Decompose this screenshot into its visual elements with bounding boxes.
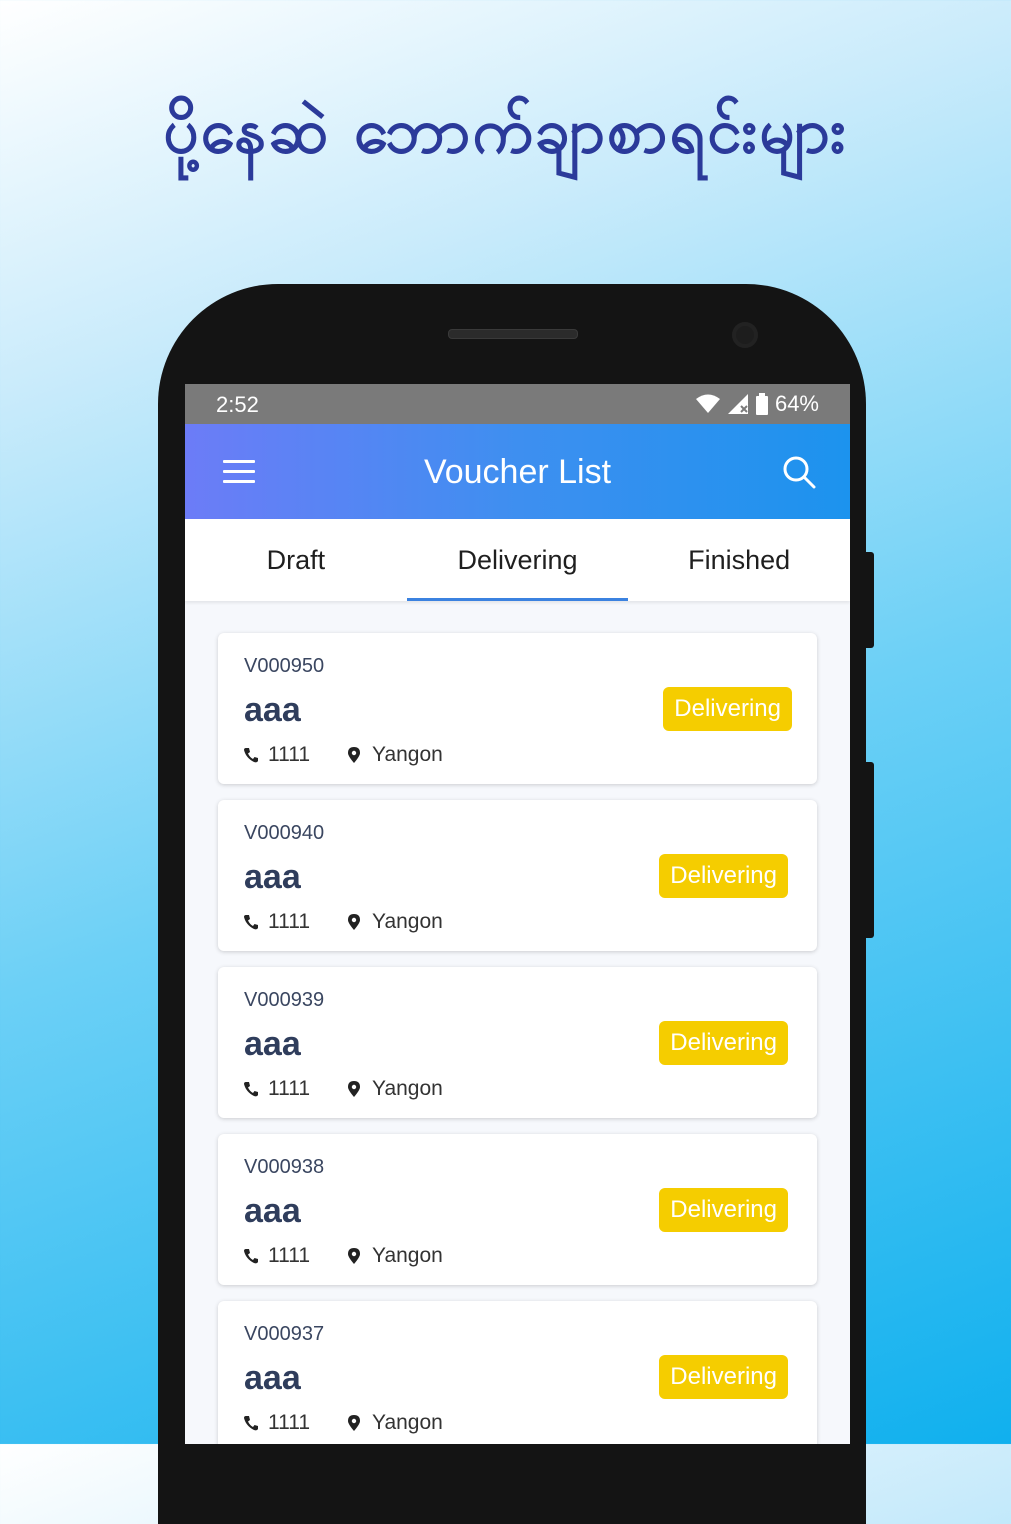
- tab-finished[interactable]: Finished: [628, 519, 850, 601]
- location-pin-icon: [348, 914, 360, 930]
- promo-title: ပို့နေဆဲ ဘောက်ချာစာရင်းများ: [163, 94, 848, 167]
- location-pin-icon: [348, 747, 360, 763]
- phone-icon: [244, 748, 258, 763]
- location-pin-icon: [348, 1081, 360, 1097]
- voucher-phone: 1111: [268, 743, 311, 766]
- voucher-list: V000950 aaa 1111 Yangon Delivering V0009…: [185, 601, 850, 1444]
- signal-icon: [727, 394, 748, 414]
- voucher-card[interactable]: V000950 aaa 1111 Yangon Delivering: [218, 633, 817, 784]
- voucher-id: V000940: [244, 822, 325, 844]
- voucher-location: Yangon: [372, 743, 443, 766]
- voucher-name: aaa: [244, 1192, 301, 1230]
- page-title: Voucher List: [423, 453, 612, 491]
- status-badge[interactable]: Delivering: [659, 1021, 788, 1065]
- app-bar: Voucher List: [185, 424, 850, 519]
- voucher-id: V000938: [244, 1156, 325, 1178]
- voucher-card[interactable]: V000940 aaa 1111 Yangon Delivering: [218, 800, 817, 951]
- voucher-card[interactable]: V000938 aaa 1111 Yangon Delivering: [218, 1134, 817, 1285]
- voucher-id: V000939: [244, 989, 325, 1011]
- voucher-phone: 1111: [268, 1244, 311, 1267]
- tab-bar: Draft Delivering Finished: [185, 519, 850, 601]
- power-button: [866, 762, 874, 938]
- status-time: 2:52: [216, 392, 259, 417]
- voucher-name: aaa: [244, 858, 301, 896]
- wifi-icon: [695, 394, 720, 413]
- location-pin-icon: [348, 1248, 360, 1264]
- battery-icon: [755, 393, 768, 415]
- search-icon[interactable]: [782, 455, 816, 489]
- phone-icon: [244, 1082, 258, 1097]
- phone-icon: [244, 1416, 258, 1431]
- phone-speaker: [448, 329, 578, 339]
- status-badge[interactable]: Delivering: [663, 687, 792, 731]
- phone-camera: [732, 322, 758, 348]
- voucher-name: aaa: [244, 1025, 301, 1063]
- voucher-id: V000950: [244, 655, 325, 677]
- tab-draft[interactable]: Draft: [185, 519, 407, 601]
- voucher-location: Yangon: [372, 1077, 443, 1100]
- status-badge[interactable]: Delivering: [659, 1355, 788, 1399]
- tab-delivering[interactable]: Delivering: [406, 519, 629, 601]
- voucher-card[interactable]: V000939 aaa 1111 Yangon Delivering: [218, 967, 817, 1118]
- app-screen: 2:52 64% Voucher List Draft Delivering F…: [185, 384, 850, 1444]
- battery-percent: 64%: [774, 391, 819, 416]
- voucher-phone: 1111: [268, 1077, 311, 1100]
- location-pin-icon: [348, 1415, 360, 1431]
- phone-icon: [244, 1249, 258, 1264]
- voucher-id: V000937: [244, 1323, 325, 1345]
- voucher-location: Yangon: [372, 1411, 443, 1434]
- voucher-phone: 1111: [268, 1411, 311, 1434]
- status-badge[interactable]: Delivering: [659, 854, 788, 898]
- status-badge[interactable]: Delivering: [659, 1188, 788, 1232]
- phone-icon: [244, 915, 258, 930]
- voucher-name: aaa: [244, 1359, 301, 1397]
- volume-button: [866, 552, 874, 648]
- voucher-card[interactable]: V000937 aaa 1111 Yangon Delivering: [218, 1301, 817, 1444]
- voucher-phone: 1111: [268, 910, 311, 933]
- voucher-name: aaa: [244, 691, 301, 729]
- voucher-location: Yangon: [372, 1244, 443, 1267]
- voucher-location: Yangon: [372, 910, 443, 933]
- status-bar: 2:52 64%: [185, 384, 850, 424]
